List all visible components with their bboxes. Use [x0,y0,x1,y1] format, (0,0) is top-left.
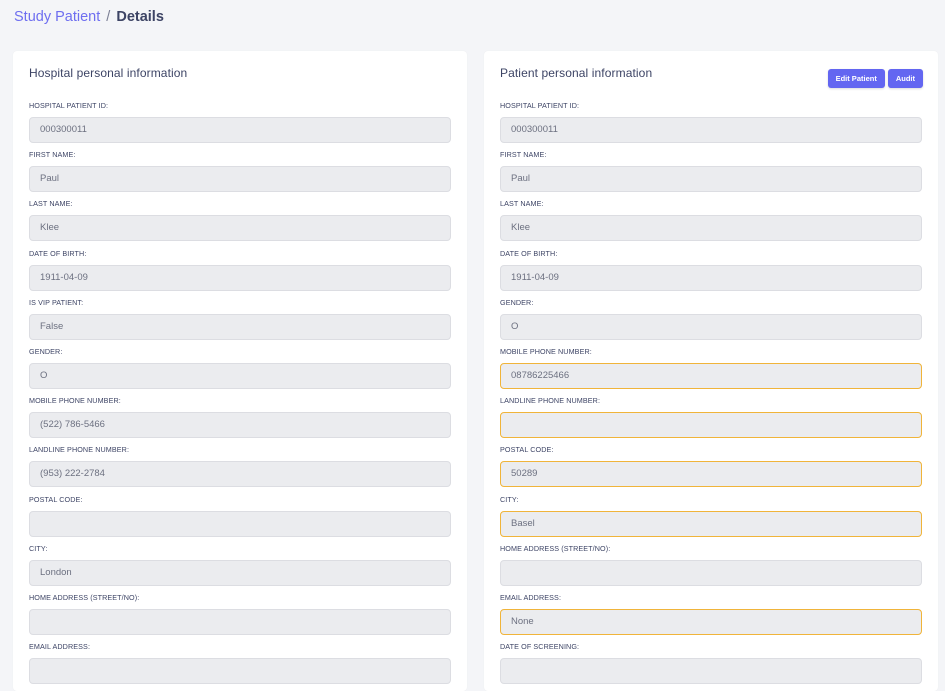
hospital-dob-input[interactable]: 1911-04-09 [29,264,451,291]
breadcrumb-current: Details [116,9,164,25]
patient-info-card: Patient personal information Edit Patien… [484,51,938,691]
field-label: MOBILE PHONE NUMBER: [29,396,121,406]
hospital-mobile-input[interactable]: (522) 786-5466 [29,412,451,439]
patient-postal-code-input[interactable]: 50289 [500,461,922,488]
field-label: DATE OF BIRTH: [500,248,558,258]
field-label: LANDLINE PHONE NUMBER: [29,445,130,455]
patient-landline-input[interactable] [500,412,922,439]
hospital-city-input[interactable]: London [29,559,451,586]
field-label: GENDER: [500,297,534,307]
hospital-fields: HOSPITAL PATIENT ID: 000300011 FIRST NAM… [29,99,451,689]
patient-field-city: CITY: Basel [500,493,922,542]
patient-field-screening-date: DATE OF SCREENING: [500,640,922,689]
patient-card-title: Patient personal information [500,66,653,80]
field-label: GENDER: [29,346,63,356]
hospital-field-patient-id: HOSPITAL PATIENT ID: 000300011 [29,99,451,148]
patient-field-gender: GENDER: O [500,296,922,345]
field-label: CITY: [500,494,519,504]
field-label: LAST NAME: [500,199,544,209]
patient-field-mobile: MOBILE PHONE NUMBER: 08786225466 [500,345,922,394]
breadcrumb-study-patient-link[interactable]: Study Patient [14,9,100,25]
field-label: HOME ADDRESS (STREET/NO): [500,543,611,553]
patient-mobile-input[interactable]: 08786225466 [500,362,922,389]
field-label: HOSPITAL PATIENT ID: [500,101,580,110]
hospital-field-city: CITY: London [29,542,451,591]
hospital-field-gender: GENDER: O [29,345,451,394]
breadcrumb: Study Patient / Details [14,8,164,26]
field-label: CITY: [29,543,48,553]
patient-screening-date-input[interactable] [500,658,922,685]
patient-field-dob: DATE OF BIRTH: 1911-04-09 [500,247,922,296]
patient-field-home-address: HOME ADDRESS (STREET/NO): [500,542,922,591]
field-label: LANDLINE PHONE NUMBER: [500,396,601,406]
hospital-field-vip: IS VIP PATIENT: False [29,296,451,345]
field-label: FIRST NAME: [29,150,76,160]
field-label: IS VIP PATIENT: [29,297,84,307]
hospital-field-postal-code: POSTAL CODE: [29,493,451,542]
hospital-home-address-input[interactable] [29,608,451,635]
field-label: HOSPITAL PATIENT ID: [29,101,109,110]
field-label: MOBILE PHONE NUMBER: [500,346,592,356]
hospital-field-first-name: FIRST NAME: Paul [29,148,451,197]
field-label: EMAIL ADDRESS: [29,642,91,652]
patient-field-landline: LANDLINE PHONE NUMBER: [500,394,922,443]
field-label: FIRST NAME: [500,150,547,160]
hospital-field-dob: DATE OF BIRTH: 1911-04-09 [29,247,451,296]
patient-card-actions: Edit Patient Audit [827,69,923,88]
hospital-gender-input[interactable]: O [29,362,451,389]
patient-city-input[interactable]: Basel [500,510,922,537]
hospital-landline-input[interactable]: (953) 222-2784 [29,461,451,488]
hospital-patient-id-input[interactable]: 000300011 [29,117,451,143]
edit-patient-button[interactable]: Edit Patient [827,69,885,88]
hospital-field-mobile: MOBILE PHONE NUMBER: (522) 786-5466 [29,394,451,443]
patient-gender-input[interactable]: O [500,313,922,340]
breadcrumb-separator: / [106,9,111,25]
patient-dob-input[interactable]: 1911-04-09 [500,264,922,291]
patient-fields: HOSPITAL PATIENT ID: 000300011 FIRST NAM… [500,99,922,689]
patient-field-last-name: LAST NAME: Klee [500,197,922,246]
patient-field-first-name: FIRST NAME: Paul [500,148,922,197]
hospital-field-landline: LANDLINE PHONE NUMBER: (953) 222-2784 [29,443,451,492]
hospital-card-title: Hospital personal information [29,66,188,80]
field-label: HOME ADDRESS (STREET/NO): [29,592,140,602]
hospital-first-name-input[interactable]: Paul [29,166,451,193]
hospital-field-email: EMAIL ADDRESS: [29,640,451,689]
audit-button[interactable]: Audit [887,69,923,88]
field-label: POSTAL CODE: [29,494,83,504]
hospital-field-last-name: LAST NAME: Klee [29,197,451,246]
field-label: LAST NAME: [29,199,73,209]
hospital-info-card: Hospital personal information HOSPITAL P… [13,51,467,691]
hospital-field-home-address: HOME ADDRESS (STREET/NO): [29,591,451,640]
field-label: EMAIL ADDRESS: [500,592,562,602]
patient-field-email: EMAIL ADDRESS: None [500,591,922,640]
patient-email-input[interactable]: None [500,608,922,635]
field-label: DATE OF SCREENING: [500,642,580,652]
field-label: POSTAL CODE: [500,445,554,455]
patient-patient-id-input[interactable]: 000300011 [500,117,922,143]
hospital-vip-input[interactable]: False [29,313,451,340]
patient-last-name-input[interactable]: Klee [500,215,922,242]
patient-field-postal-code: POSTAL CODE: 50289 [500,443,922,492]
hospital-last-name-input[interactable]: Klee [29,215,451,242]
patient-first-name-input[interactable]: Paul [500,166,922,193]
patient-field-patient-id: HOSPITAL PATIENT ID: 000300011 [500,99,922,148]
patient-home-address-input[interactable] [500,559,922,586]
hospital-email-input[interactable] [29,658,451,685]
hospital-postal-code-input[interactable] [29,510,451,537]
field-label: DATE OF BIRTH: [29,248,87,258]
